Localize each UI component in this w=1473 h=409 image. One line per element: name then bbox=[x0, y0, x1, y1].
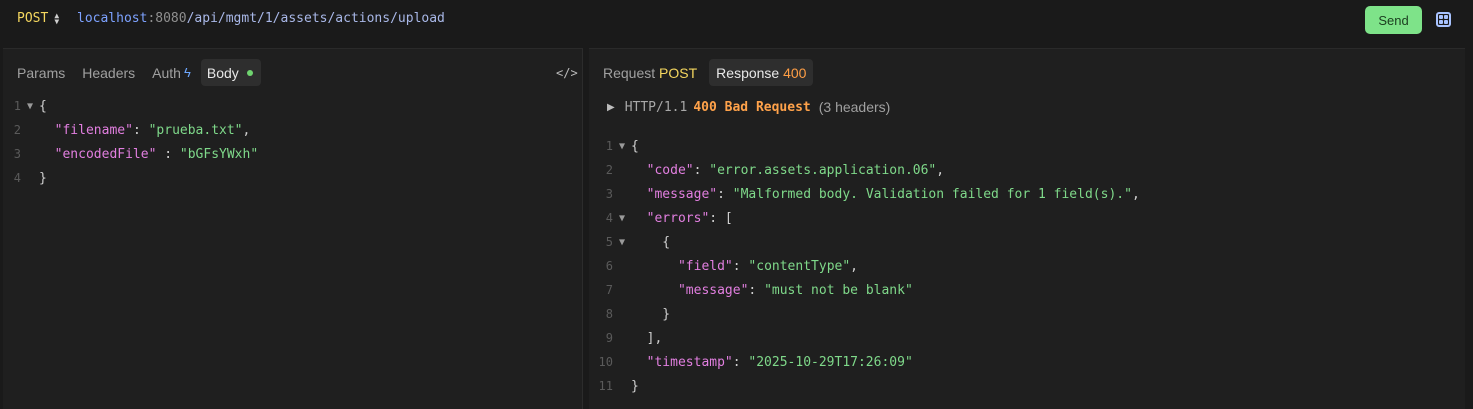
code-line: 11} bbox=[598, 378, 639, 394]
tab-auth[interactable]: Auth ϟ bbox=[146, 59, 197, 86]
code-line: 6 "field": "contentType", bbox=[605, 258, 858, 274]
fold-arrow-icon[interactable]: ▼ bbox=[613, 237, 631, 248]
expand-arrow-icon[interactable]: ▶ bbox=[607, 102, 615, 113]
method-label: POST bbox=[17, 11, 49, 26]
tab-headers-label: Headers bbox=[82, 64, 136, 81]
tab-request-method: POST bbox=[659, 64, 698, 81]
json-key: "message" bbox=[677, 282, 749, 298]
json-value: "2025-10-29T17:26:09" bbox=[748, 354, 913, 370]
request-body-editor[interactable]: 1 ▼{ 2 "filename": "prueba.txt", 3 "encod… bbox=[0, 94, 258, 190]
request-tabs: Params Headers Auth ϟ Body bbox=[11, 59, 261, 86]
code-line: 1 ▼{ bbox=[605, 138, 639, 154]
url-input[interactable]: localhost:8080/api/mgmt/1/assets/actions… bbox=[77, 11, 445, 26]
layout-grid-icon[interactable] bbox=[1436, 12, 1451, 27]
tab-body-label: Body bbox=[206, 64, 239, 81]
status-line: ▶ HTTP/1.1 400 Bad Request (3 headers) bbox=[607, 99, 890, 115]
response-body-viewer: 1 ▼{ 2 "code": "error.assets.application.… bbox=[591, 134, 1140, 398]
fold-arrow-icon[interactable]: ▼ bbox=[613, 141, 631, 152]
code-line: 8 } bbox=[605, 306, 671, 322]
fold-arrow-icon[interactable]: ▼ bbox=[613, 213, 631, 224]
json-value: "bGFsYWxh" bbox=[179, 146, 259, 162]
status-code: 400 Bad Request bbox=[693, 99, 811, 115]
json-value: "Malformed body. Validation failed for 1… bbox=[732, 186, 1132, 202]
brace-close: } bbox=[39, 170, 47, 186]
json-value: "prueba.txt" bbox=[148, 122, 243, 138]
tab-params[interactable]: Params bbox=[11, 59, 71, 86]
tab-auth-label: Auth bbox=[152, 64, 181, 81]
code-line: 2 "code": "error.assets.application.06", bbox=[605, 162, 945, 178]
url-bar: POST ▲ ▼ localhost:8080/api/mgmt/1/assets… bbox=[0, 0, 1473, 41]
response-tabs: Request POST Response 400 bbox=[597, 59, 814, 86]
request-panel: Params Headers Auth ϟ Body </> 1 ▼{ 2 "fil… bbox=[3, 48, 583, 409]
code-line: 4} bbox=[13, 170, 47, 186]
response-panel: Request POST Response 400 ▶ HTTP/1.1 400… bbox=[589, 48, 1465, 409]
code-line: 7 "message": "must not be blank" bbox=[605, 282, 913, 298]
tab-response-label: Response bbox=[716, 64, 780, 81]
code-line: 3 "encodedFile" : "bGFsYWxh" bbox=[13, 146, 259, 162]
tab-headers[interactable]: Headers bbox=[76, 59, 141, 86]
fold-arrow-icon[interactable]: ▼ bbox=[21, 101, 39, 112]
code-line: 2 "filename": "prueba.txt", bbox=[13, 122, 251, 138]
json-key: "encodedFile" bbox=[54, 146, 157, 162]
brace-open: { bbox=[39, 98, 47, 114]
code-line: 1 ▼{ bbox=[13, 98, 47, 114]
url-port: :8080 bbox=[147, 11, 187, 26]
http-protocol: HTTP/1.1 bbox=[624, 99, 688, 115]
send-button[interactable]: Send bbox=[1365, 6, 1422, 34]
code-line: 10 "timestamp": "2025-10-29T17:26:09" bbox=[598, 354, 913, 370]
headers-count: (3 headers) bbox=[818, 99, 891, 115]
json-value: "contentType" bbox=[748, 258, 851, 274]
code-line: 9 ], bbox=[605, 330, 663, 346]
chevron-updown-icon: ▲ ▼ bbox=[54, 10, 60, 26]
code-line: 3 "message": "Malformed body. Validation… bbox=[605, 186, 1140, 202]
tab-request[interactable]: Request POST bbox=[597, 59, 703, 86]
json-key: "message" bbox=[646, 186, 718, 202]
active-dot-icon bbox=[246, 69, 253, 76]
method-select[interactable]: POST ▲ ▼ bbox=[17, 11, 59, 26]
tab-response-code: 400 bbox=[783, 64, 807, 81]
json-key: "timestamp" bbox=[646, 354, 733, 370]
json-key: "filename" bbox=[54, 122, 133, 138]
bolt-icon: ϟ bbox=[183, 65, 191, 80]
tab-body[interactable]: Body bbox=[200, 59, 261, 86]
tab-response[interactable]: Response 400 bbox=[709, 59, 814, 86]
tab-request-label: Request bbox=[603, 64, 656, 81]
url-host: localhost bbox=[77, 11, 148, 26]
code-line: 5 ▼ { bbox=[605, 234, 671, 250]
code-line: 4 ▼ "errors": [ bbox=[605, 210, 733, 226]
json-key: "errors" bbox=[646, 210, 710, 226]
json-key: "field" bbox=[677, 258, 733, 274]
json-key: "code" bbox=[646, 162, 694, 178]
url-path: /api/mgmt/1/assets/actions/upload bbox=[186, 11, 445, 26]
json-value: "error.assets.application.06" bbox=[709, 162, 937, 178]
code-view-icon[interactable]: </> bbox=[556, 66, 578, 80]
json-value: "must not be blank" bbox=[764, 282, 913, 298]
tab-params-label: Params bbox=[17, 64, 66, 81]
